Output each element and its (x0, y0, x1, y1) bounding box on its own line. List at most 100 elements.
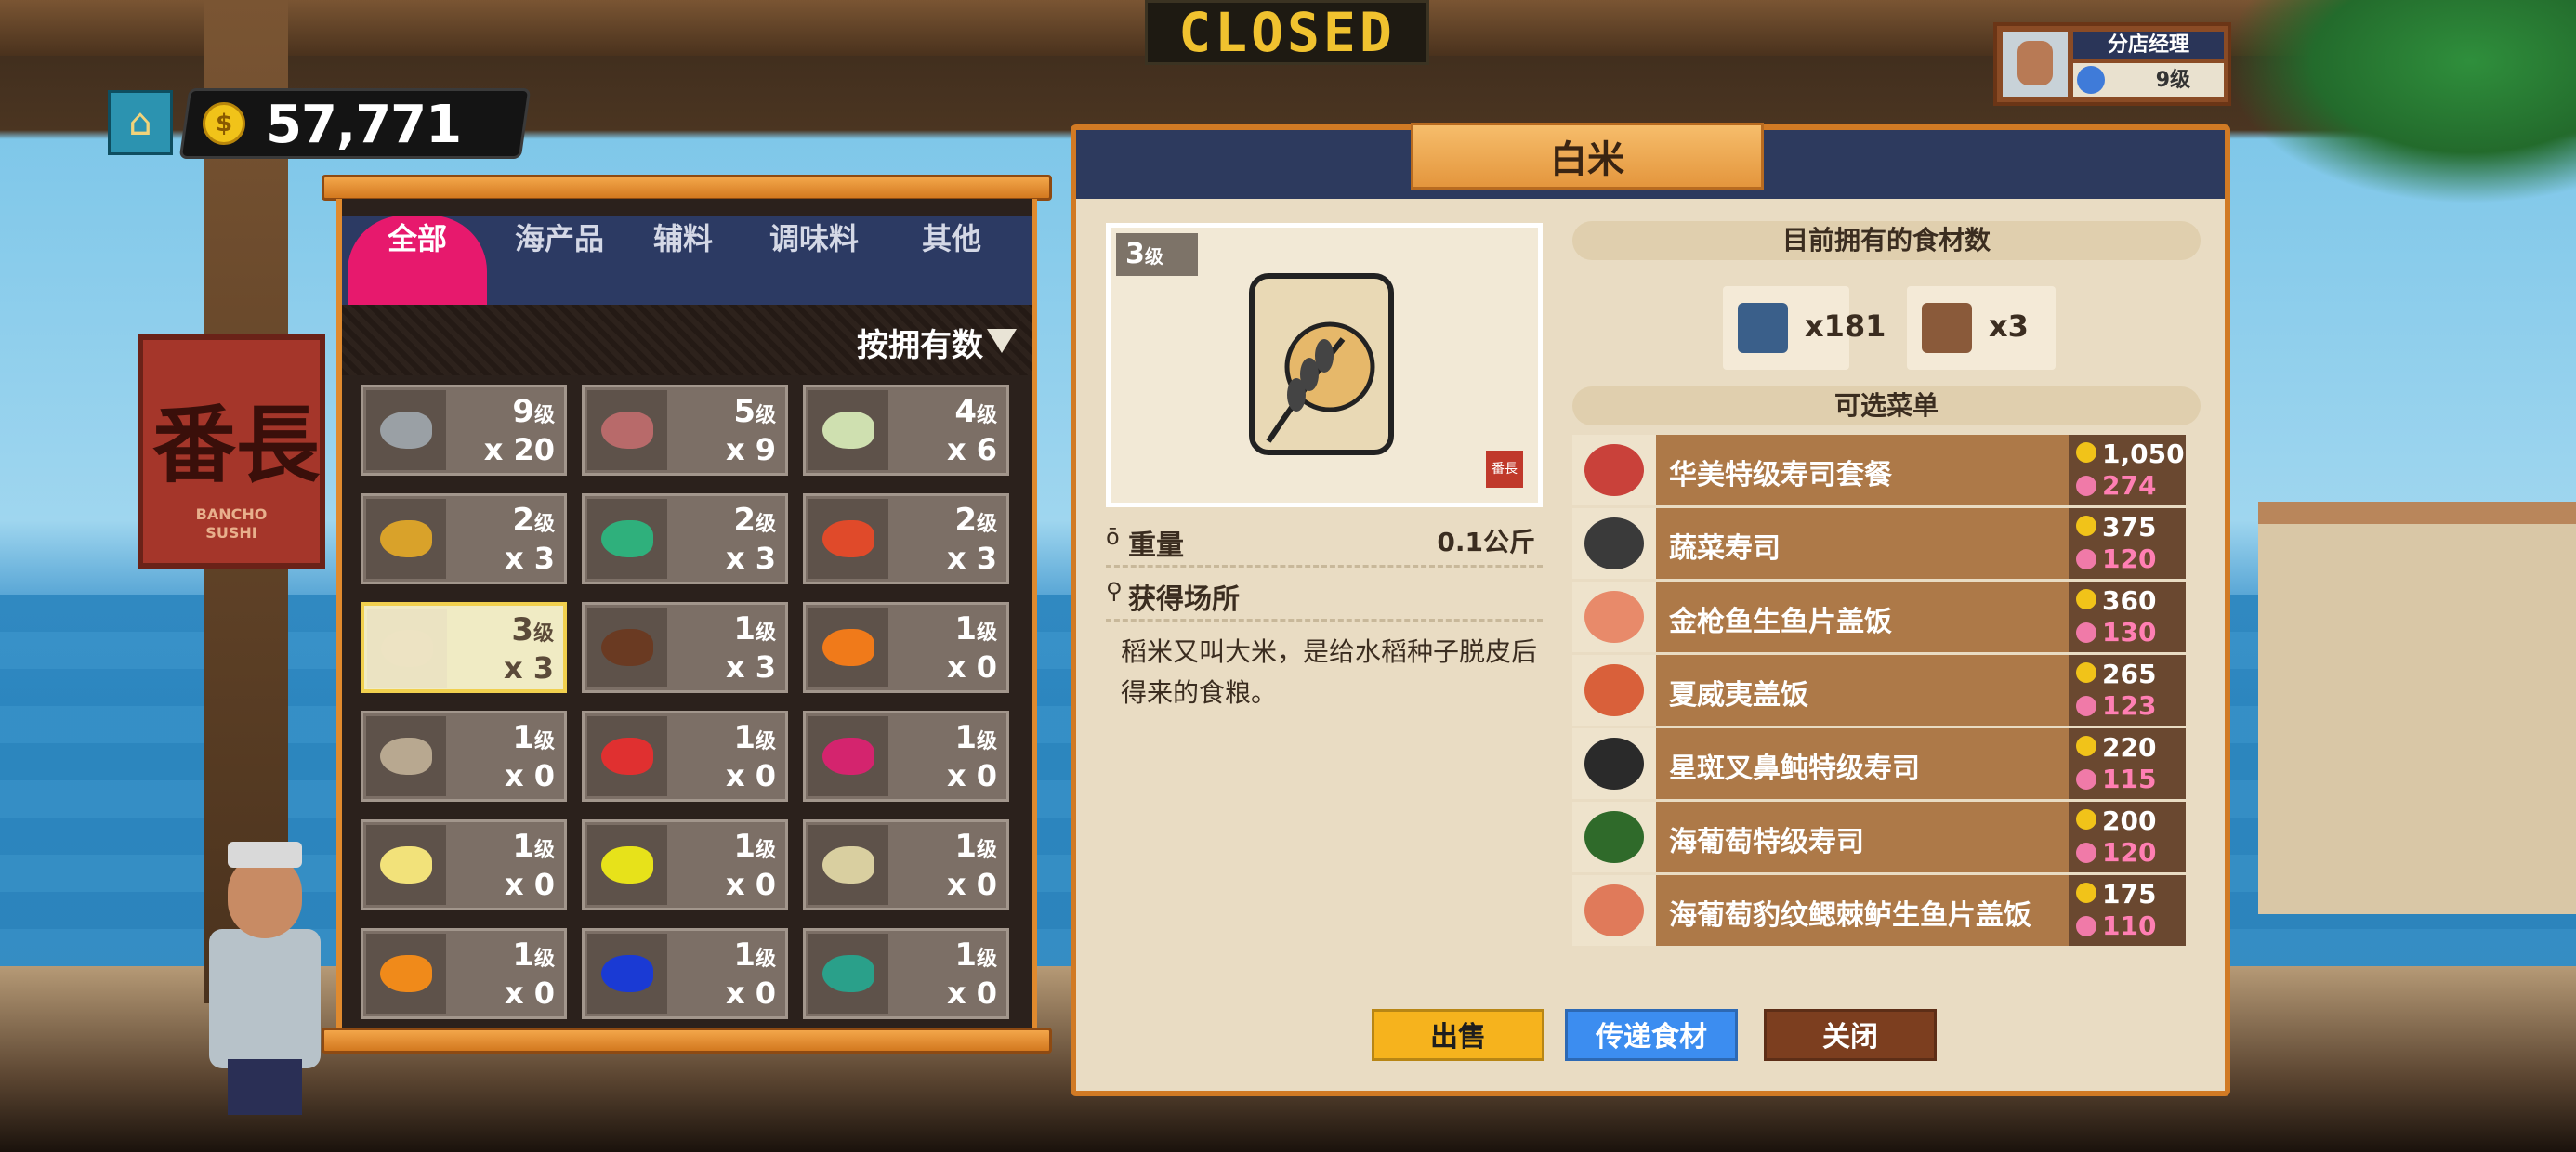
slot-quantity: x 3 (725, 541, 776, 576)
taste-icon (2076, 916, 2096, 936)
menu-row[interactable]: 海葡萄豹纹鳃棘鲈生鱼片盖饭 175 110 (1572, 875, 2186, 949)
ingredient-slot[interactable]: 1级 x 0 (582, 928, 788, 1019)
category-tabs: 全部 海产品 辅料 调味料 其他 (342, 216, 1032, 305)
dish-name: 星斑叉鼻鲀特级寿司 (1669, 753, 1920, 785)
dish-price: 175 (2102, 879, 2157, 910)
gold-coin-icon (2076, 883, 2096, 903)
ingredient-slot[interactable]: 1级 x 0 (361, 928, 567, 1019)
ingredient-slot[interactable]: 2级 x 3 (582, 493, 788, 584)
close-button[interactable]: 关闭 (1764, 1009, 1937, 1061)
green-wrasse-icon (601, 520, 653, 557)
tab-all[interactable]: 全部 (348, 216, 487, 305)
ingredient-slot[interactable]: 1级 x 0 (803, 711, 1009, 802)
slot-quantity: x 9 (725, 432, 776, 467)
ingredient-slot[interactable]: 1级 x 0 (803, 819, 1009, 910)
slot-level: 5级 (733, 393, 776, 430)
dish-icon (1572, 875, 1656, 946)
dish-prices: 265 123 (2069, 655, 2186, 726)
dish-taste: 115 (2102, 764, 2157, 794)
pink-fish-icon (822, 738, 874, 775)
dish-prices: 200 120 (2069, 802, 2186, 872)
chef-character (200, 836, 330, 1115)
dish-taste: 274 (2102, 470, 2157, 501)
ingredient-slot[interactable]: 1级 x 0 (582, 711, 788, 802)
menu-row[interactable]: 星斑叉鼻鲀特级寿司 220 115 (1572, 728, 2186, 802)
miso-jar-icon (601, 629, 653, 666)
sell-button[interactable]: 出售 (1372, 1009, 1544, 1061)
tab-side-ingredients[interactable]: 辅料 (632, 216, 734, 305)
restaurant-stock-qty: x181 (1805, 308, 1886, 344)
dish-name: 蔬菜寿司 (1669, 532, 1781, 565)
slot-quantity: x 0 (946, 867, 997, 902)
dish-icon (1572, 802, 1656, 872)
ingredient-title: 白米 (1411, 123, 1764, 190)
slot-quantity: x 3 (503, 650, 554, 686)
dish-taste: 120 (2102, 837, 2157, 868)
ingredient-slot[interactable]: 1级 x 3 (582, 602, 788, 693)
dish-icon (1572, 582, 1656, 652)
ingredient-slot[interactable]: 2级 x 3 (361, 493, 567, 584)
location-pin-icon: ⚲ (1106, 578, 1123, 604)
sort-bar: 按拥有数 (342, 305, 1032, 375)
ingredient-slot[interactable]: 1级 x 0 (803, 928, 1009, 1019)
ingredient-slot[interactable]: 1级 x 0 (361, 711, 567, 802)
palm-leaves (2223, 0, 2576, 204)
boat-stock-qty: x3 (1989, 308, 2029, 344)
dropdown-arrow-icon[interactable] (987, 329, 1017, 353)
bancho-sushi-sign: 番長 BANCHO SUSHI (138, 334, 325, 569)
ingredient-slot[interactable]: 1级 x 0 (582, 819, 788, 910)
manager-card[interactable]: 分店经理 9级 (1993, 22, 2231, 106)
slot-quantity: x 20 (483, 432, 555, 467)
dish-prices: 1,050 274 (2069, 435, 2186, 505)
gold-coin-icon (2076, 589, 2096, 609)
slot-level: 1级 (954, 936, 997, 974)
tab-seasonings[interactable]: 调味料 (749, 216, 879, 305)
gold-coin-icon (2076, 662, 2096, 683)
orange-lionfish-icon (380, 955, 432, 992)
pufferfish-icon (380, 520, 432, 557)
yellow-white-fish-icon (380, 846, 432, 884)
slot-quantity: x 6 (946, 432, 997, 467)
yellow-tang-icon (601, 846, 653, 884)
sort-dropdown[interactable]: 按拥有数 (857, 320, 983, 365)
menu-row[interactable]: 海葡萄特级寿司 200 120 (1572, 802, 2186, 875)
slot-level: 1级 (733, 828, 776, 865)
sign-kanji: 番長 (152, 396, 320, 494)
green-parrotfish-icon (822, 955, 874, 992)
taste-icon (2076, 549, 2096, 569)
ingredient-slot[interactable]: 3级 x 3 (361, 602, 567, 693)
pass-ingredient-button[interactable]: 传递食材 (1565, 1009, 1738, 1061)
weight-label: 重量 (1128, 530, 1184, 562)
ingredient-slot[interactable]: 1级 x 0 (361, 819, 567, 910)
restaurant-stock: x181 (1723, 286, 1886, 370)
menu-row[interactable]: 金枪鱼生鱼片盖饭 360 130 (1572, 582, 2186, 655)
slot-quantity: x 0 (946, 649, 997, 685)
available-menu-list[interactable]: 华美特级寿司套餐 1,050 274 蔬菜寿司 375 120 金枪鱼生鱼片盖饭 360 130… (1572, 435, 2186, 959)
dish-price: 375 (2102, 512, 2157, 543)
ingredient-slot[interactable]: 2级 x 3 (803, 493, 1009, 584)
sardine-icon (380, 738, 432, 775)
ingredient-slot[interactable]: 1级 x 0 (803, 602, 1009, 693)
source-row[interactable]: ⚲ 获得场所 (1106, 567, 1543, 622)
menu-row[interactable]: 华美特级寿司套餐 1,050 274 (1572, 435, 2186, 508)
slot-level: 1级 (733, 719, 776, 756)
ingredient-slot[interactable]: 4级 x 6 (803, 385, 1009, 476)
ingredient-slot[interactable]: 9级 x 20 (361, 385, 567, 476)
menu-row[interactable]: 夏威夷盖饭 265 123 (1572, 655, 2186, 728)
slot-level: 1级 (733, 610, 776, 648)
gold-coin-icon (2076, 809, 2096, 830)
ingredient-slot[interactable]: 5级 x 9 (582, 385, 788, 476)
red-snapper-icon (822, 520, 874, 557)
gold-coin-icon (2076, 442, 2096, 463)
tab-other[interactable]: 其他 (896, 216, 1007, 305)
slot-quantity: x 0 (725, 758, 776, 793)
tab-seafood[interactable]: 海产品 (494, 216, 624, 305)
ingredient-illustration: 3级 番長 (1106, 223, 1543, 507)
home-button[interactable]: ⌂ (108, 90, 173, 155)
white-rice-icon (381, 630, 433, 667)
menu-row[interactable]: 蔬菜寿司 375 120 (1572, 508, 2186, 582)
dish-name: 金枪鱼生鱼片盖饭 (1669, 606, 1892, 638)
weight-value: 0.1公斤 (1437, 527, 1535, 557)
rice-bag-illustration-icon (1249, 273, 1394, 455)
dish-icon (1572, 435, 1656, 505)
